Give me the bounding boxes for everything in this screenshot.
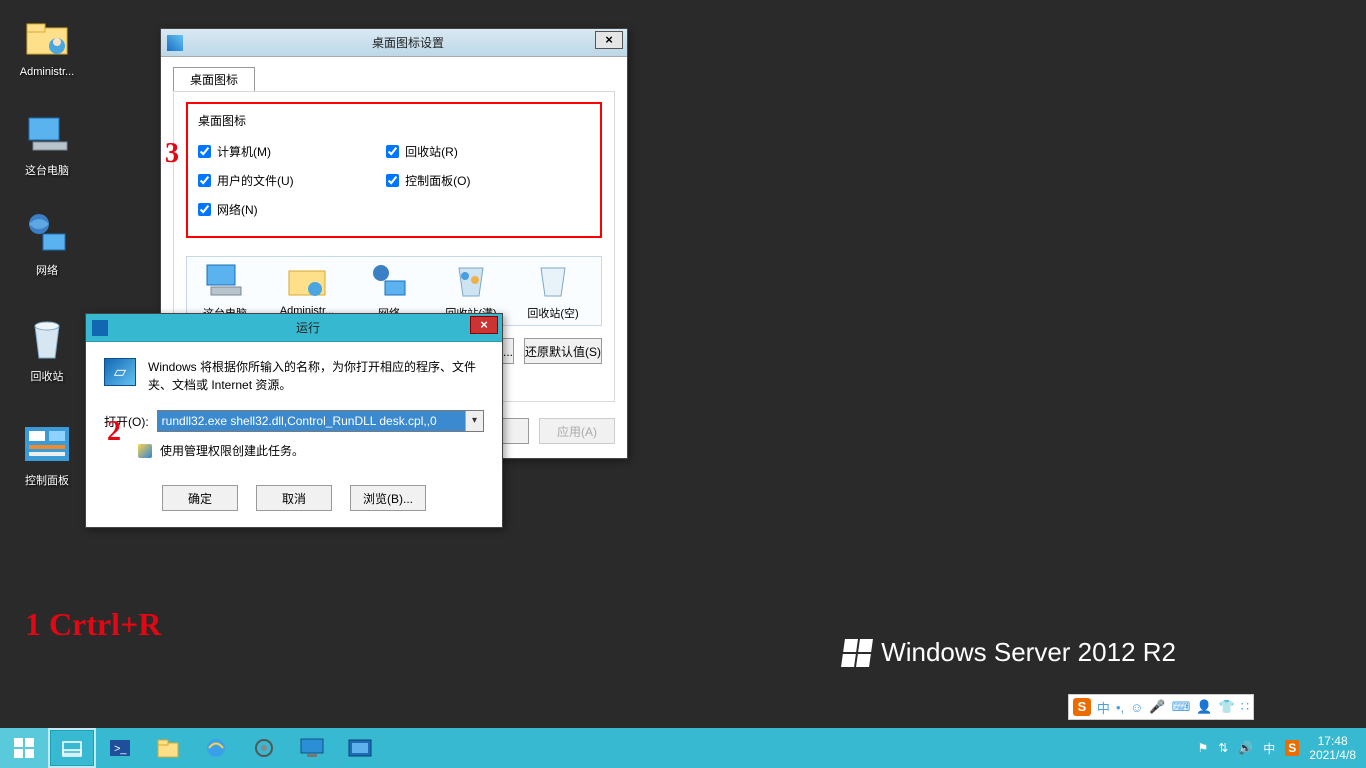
open-combobox[interactable]: ▾	[157, 410, 484, 432]
ime-keyboard-icon[interactable]: ⌨	[1172, 699, 1191, 715]
taskbar-settings[interactable]	[240, 728, 288, 768]
sogou-icon[interactable]: S	[1073, 698, 1091, 716]
dropdown-arrow-icon[interactable]: ▾	[465, 411, 483, 431]
taskbar-ie[interactable]	[192, 728, 240, 768]
system-tray[interactable]: ⚑ ⇅ 🔊 中 S 17:48 2021/4/8	[1187, 728, 1366, 768]
tray-sogou-icon[interactable]: S	[1285, 740, 1299, 756]
taskbar-explorer[interactable]	[144, 728, 192, 768]
check-recycle[interactable]: 回收站(R)	[386, 143, 574, 160]
run-dialog: 运行 × ▱ Windows 将根据你所输入的名称，为你打开相应的程序、文件夹、…	[85, 313, 503, 528]
ime-emoji-icon[interactable]: ☺	[1130, 700, 1143, 715]
ime-punct[interactable]: •,	[1116, 700, 1124, 715]
run-window-icon	[92, 320, 108, 336]
run-icon: ▱	[104, 358, 136, 386]
tray-flag-icon[interactable]: ⚑	[1197, 741, 1208, 755]
taskbar-server-manager[interactable]	[48, 728, 96, 768]
titlebar[interactable]: 运行 ×	[86, 314, 502, 342]
ime-skin-icon[interactable]: 👕	[1219, 699, 1235, 715]
control-panel-icon	[23, 420, 71, 468]
desktop-user-folder[interactable]: Administr...	[12, 14, 82, 78]
taskbar-powershell[interactable]: >_	[96, 728, 144, 768]
open-input[interactable]	[158, 411, 465, 431]
annotation-2: 2	[107, 416, 121, 448]
restore-defaults-button[interactable]: 还原默认值(S)	[524, 338, 602, 364]
window-title: 桌面图标设置	[189, 34, 627, 51]
preview-recycle-empty[interactable]: 回收站(空)	[521, 261, 585, 321]
ime-lang[interactable]: 中	[1097, 698, 1110, 717]
start-button[interactable]	[0, 728, 48, 768]
windows-logo-icon	[841, 639, 873, 667]
tab-strip: 桌面图标	[173, 67, 615, 91]
desktop-control-panel[interactable]: 控制面板	[12, 420, 82, 488]
apply-button[interactable]: 应用(A)	[539, 418, 615, 444]
recycle-bin-icon	[23, 316, 71, 364]
check-userfiles[interactable]: 用户的文件(U)	[198, 172, 386, 189]
check-computer[interactable]: 计算机(M)	[198, 143, 386, 160]
preview-this-pc[interactable]: 这台电脑	[193, 261, 257, 321]
network-icon	[23, 210, 71, 258]
watermark: Windows Server 2012 R2	[843, 637, 1176, 668]
icon-label: 网络	[12, 262, 82, 278]
ime-toolbar[interactable]: S 中 •, ☺ 🎤 ⌨ 👤 👕 ∷	[1068, 694, 1254, 720]
tray-lang[interactable]: 中	[1263, 740, 1275, 757]
icon-label: 控制面板	[12, 472, 82, 488]
checkbox[interactable]	[198, 203, 211, 216]
ok-button[interactable]: 确定	[162, 485, 238, 511]
check-network[interactable]: 网络(N)	[198, 201, 386, 218]
ime-mic-icon[interactable]: 🎤	[1149, 699, 1165, 715]
tab-desktop-icons[interactable]: 桌面图标	[173, 67, 255, 91]
svg-text:>_: >_	[114, 743, 127, 755]
taskbar: >_ ⚑ ⇅ 🔊 中 S 17:48 2021/4/8	[0, 728, 1366, 768]
window-icon	[167, 35, 183, 51]
desktop-this-pc[interactable]: 这台电脑	[12, 110, 82, 178]
preview-userfolder[interactable]: Administr...	[275, 261, 339, 321]
folder-user-icon	[23, 14, 71, 62]
icon-label: 回收站	[12, 368, 82, 384]
desktop-icons-group: 桌面图标 计算机(M) 回收站(R) 用户的文件(U) 控制面板(O) 网络(N…	[186, 102, 602, 238]
preview-network[interactable]: 网络	[357, 261, 421, 321]
checkbox[interactable]	[386, 145, 399, 158]
taskbar-display[interactable]	[288, 728, 336, 768]
browse-button[interactable]: 浏览(B)...	[350, 485, 426, 511]
titlebar[interactable]: 桌面图标设置 ×	[161, 29, 627, 57]
tray-clock[interactable]: 17:48 2021/4/8	[1309, 734, 1356, 763]
ime-user-icon[interactable]: 👤	[1196, 699, 1212, 715]
computer-icon	[23, 110, 71, 158]
checkbox[interactable]	[198, 174, 211, 187]
icon-label: 这台电脑	[12, 162, 82, 178]
desktop-network[interactable]: 网络	[12, 210, 82, 278]
cancel-button[interactable]: 取消	[256, 485, 332, 511]
tray-network-icon[interactable]: ⇅	[1218, 741, 1228, 755]
close-button[interactable]: ×	[595, 31, 623, 49]
close-button[interactable]: ×	[470, 316, 498, 334]
checkbox[interactable]	[386, 174, 399, 187]
checkbox[interactable]	[198, 145, 211, 158]
check-controlpanel[interactable]: 控制面板(O)	[386, 172, 574, 189]
taskbar-run[interactable]	[336, 728, 384, 768]
icon-label: Administr...	[12, 66, 82, 78]
annotation-1: 1 Crtrl+R	[25, 606, 161, 643]
run-description: Windows 将根据你所输入的名称，为你打开相应的程序、文件夹、文档或 Int…	[148, 358, 484, 394]
start-icon	[14, 738, 34, 758]
preview-recycle-full[interactable]: 回收站(满)	[439, 261, 503, 321]
group-legend: 桌面图标	[198, 112, 590, 129]
ime-menu-icon[interactable]: ∷	[1241, 699, 1249, 715]
desktop-recycle-bin[interactable]: 回收站	[12, 316, 82, 384]
tray-volume-icon[interactable]: 🔊	[1238, 741, 1253, 755]
shield-icon	[138, 444, 152, 458]
admin-note: 使用管理权限创建此任务。	[160, 442, 304, 459]
taskbar-spacer	[384, 728, 1187, 768]
annotation-3: 3	[165, 138, 179, 170]
run-title: 运行	[114, 319, 502, 336]
